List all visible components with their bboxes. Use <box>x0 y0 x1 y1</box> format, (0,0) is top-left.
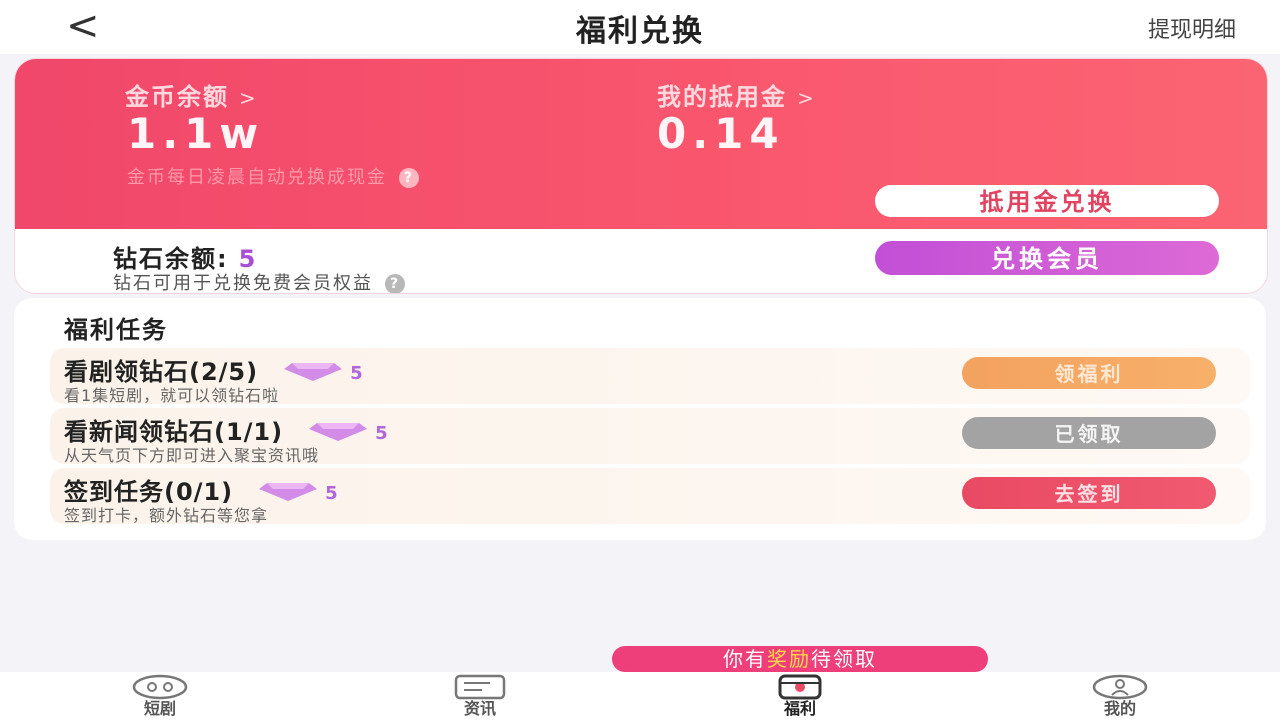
claim-reward-button[interactable]: 领福利 <box>962 357 1216 389</box>
voucher-balance-label-text: 我的抵用金 <box>657 83 787 111</box>
task-section-title: 福利任务 <box>64 316 168 344</box>
tab-label: 资讯 <box>463 699 496 718</box>
exchange-vip-button[interactable]: 兑换会员 <box>875 241 1219 275</box>
bottom-tab-bar: 短剧 资讯 福利 我的 <box>0 672 1280 720</box>
diamond-reward-count: 5 <box>350 362 364 384</box>
banner-suffix: 待领取 <box>811 647 877 671</box>
top-nav-bar: < 福利兑换 提现明细 <box>0 0 1280 54</box>
tab-label: 我的 <box>1103 699 1136 718</box>
coin-auto-exchange-note: 金币每日凌晨自动兑换成现金? <box>127 163 419 189</box>
chevron-right-icon: > <box>797 86 816 110</box>
diamond-usage-note: 钻石可用于兑换免费会员权益? <box>113 269 405 294</box>
coin-note-text: 金币每日凌晨自动兑换成现金 <box>127 167 387 188</box>
tab-news[interactable]: 资讯 <box>420 674 540 718</box>
banner-prefix: 你有 <box>723 647 767 671</box>
tab-label: 福利 <box>783 699 816 718</box>
pending-reward-banner[interactable]: 你有奖励待领取 <box>612 646 988 672</box>
tab-welfare[interactable]: 福利 <box>740 674 860 718</box>
diamond-reward-count: 5 <box>325 482 339 504</box>
diamond-reward-count: 5 <box>375 422 389 444</box>
diamond-note-text: 钻石可用于兑换免费会员权益 <box>113 273 373 294</box>
tab-label: 短剧 <box>143 699 176 718</box>
voucher-balance-value: 0.14 <box>657 109 785 158</box>
diamond-icon <box>284 359 343 387</box>
task-row-sign-in: 签到任务(0/1) 5 签到打卡，额外钻石等您拿 去签到 <box>50 468 1250 525</box>
balance-card: 金币余额 > 1.1w 我的抵用金 > 0.14 金币每日凌晨自动兑换成现金? 抵用… <box>14 58 1268 294</box>
task-row-watch-drama: 看剧领钻石(2/5) 5 看1集短剧，就可以领钻石啦 领福利 <box>50 348 1250 405</box>
welfare-task-card: 福利任务 看剧领钻石(2/5) 5 看1集短剧，就可以领钻石啦 领福利 看新闻领钻… <box>14 298 1266 540</box>
help-icon[interactable]: ? <box>399 168 419 188</box>
chevron-right-icon: > <box>239 86 258 110</box>
tab-profile[interactable]: 我的 <box>1060 674 1180 718</box>
withdraw-detail-link[interactable]: 提现明细 <box>1148 12 1236 44</box>
voucher-exchange-button[interactable]: 抵用金兑换 <box>875 185 1219 217</box>
welfare-icon <box>778 674 822 700</box>
claimed-button[interactable]: 已领取 <box>962 417 1216 449</box>
voucher-balance-label[interactable]: 我的抵用金 > <box>657 77 816 112</box>
coin-balance-section: 金币余额 > 1.1w 我的抵用金 > 0.14 金币每日凌晨自动兑换成现金? 抵用… <box>15 59 1267 229</box>
diamond-balance-section: 钻石余额: 5 钻石可用于兑换免费会员权益? 兑换会员 <box>15 229 1267 293</box>
news-icon <box>454 674 506 700</box>
page-title: 福利兑换 <box>576 14 704 49</box>
profile-icon <box>1092 674 1148 700</box>
coin-balance-value: 1.1w <box>127 109 265 158</box>
coin-balance-label-text: 金币余额 <box>125 83 229 111</box>
sign-in-button[interactable]: 去签到 <box>962 477 1216 509</box>
task-description: 从天气页下方即可进入聚宝资讯哦 <box>64 446 320 465</box>
task-description: 看1集短剧，就可以领钻石啦 <box>64 386 280 405</box>
tab-drama[interactable]: 短剧 <box>100 674 220 718</box>
help-icon[interactable]: ? <box>385 274 405 293</box>
task-row-read-news: 看新闻领钻石(1/1) 5 从天气页下方即可进入聚宝资讯哦 已领取 <box>50 408 1250 465</box>
banner-highlight: 奖励 <box>767 647 811 671</box>
coin-balance-label[interactable]: 金币余额 > <box>125 77 258 112</box>
drama-icon <box>132 674 188 700</box>
task-description: 签到打卡，额外钻石等您拿 <box>64 506 269 525</box>
